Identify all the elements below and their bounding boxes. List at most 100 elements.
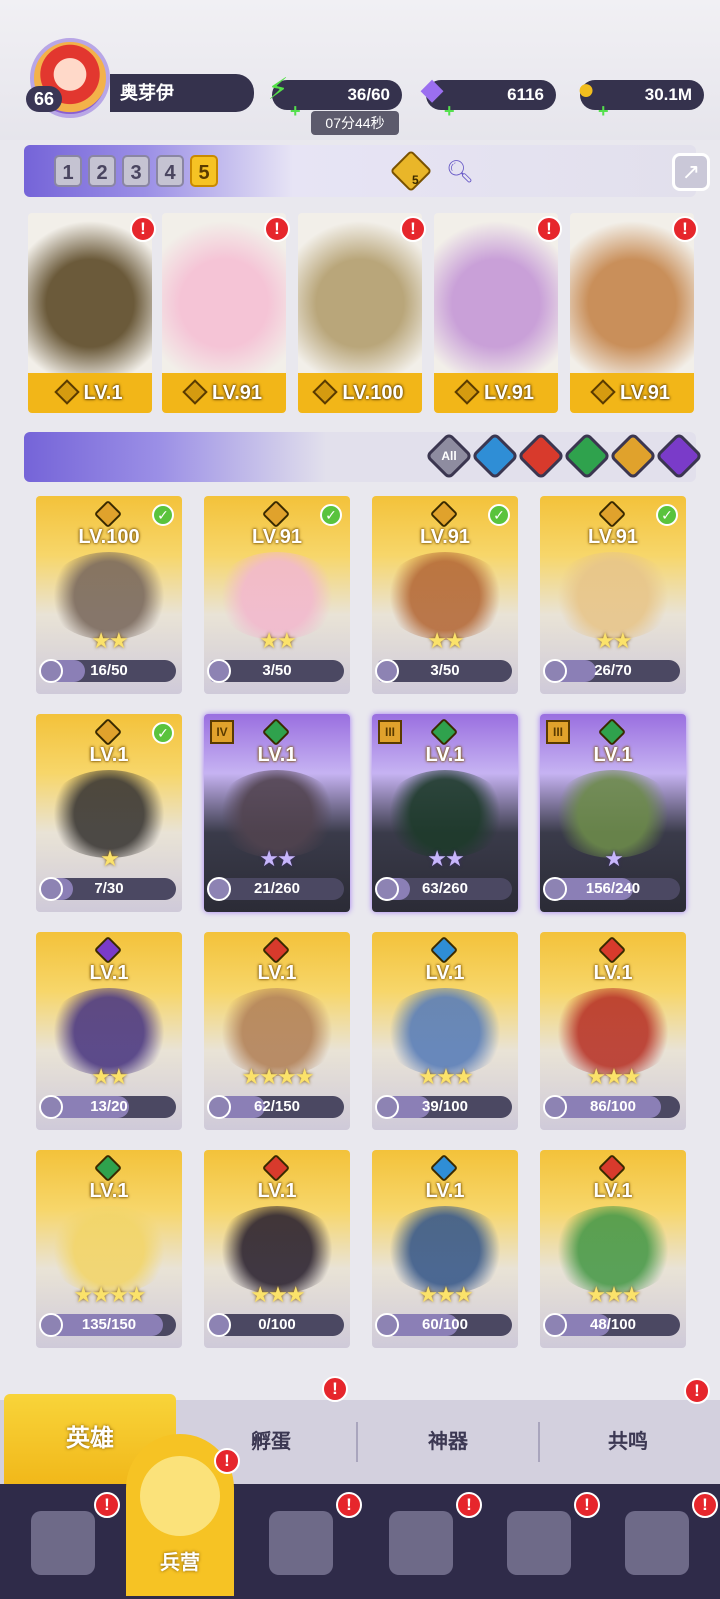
add-energy-icon[interactable]: + <box>290 96 301 126</box>
add-gold-icon[interactable]: + <box>598 96 609 126</box>
gem-counter[interactable]: ◆ + 6116 <box>420 75 556 121</box>
nav-map-alert: ! <box>336 1492 362 1518</box>
shard-icon <box>543 1313 567 1337</box>
lineup-upgrade-alert: ! <box>536 216 562 242</box>
element-icon <box>261 935 291 965</box>
lineup-hero-level: LV.100 <box>298 373 422 413</box>
team-selector-bar: 1 2 3 4 5 5 🔍︎ ↗ <box>24 145 710 197</box>
shard-icon <box>375 877 399 901</box>
lineup-level-text: LV.1 <box>83 382 123 404</box>
filter-element-icon[interactable] <box>516 431 566 481</box>
shard-progress-text: 156/240 <box>585 880 641 897</box>
lineup-hero-card[interactable]: LV.1 <box>28 213 152 413</box>
hero-portrait <box>382 552 508 640</box>
hero-card[interactable]: ✓ LV.91 ★★ 3/50 <box>372 496 518 694</box>
filter-element-icon[interactable] <box>470 431 520 481</box>
hero-card[interactable]: LV.1 ★★★ 60/100 <box>372 1150 518 1348</box>
hero-card[interactable]: LV.1 ★★★ 39/100 <box>372 932 518 1130</box>
hero-card[interactable]: LV.1 ★★★★ 62/150 <box>204 932 350 1130</box>
hero-portrait <box>382 770 508 858</box>
energy-counter[interactable]: ⚡ + 36/60 <box>267 75 402 121</box>
star-rating: ★★★ <box>250 1282 305 1307</box>
team-slot-2[interactable]: 2 <box>88 155 116 187</box>
hero-card[interactable]: LV.1 ★★★ 86/100 <box>540 932 686 1130</box>
star-rating: ★★ <box>595 628 632 653</box>
team-slot-4[interactable]: 4 <box>156 155 184 187</box>
hero-level: LV.1 <box>425 744 465 766</box>
filter-element-icon[interactable] <box>608 431 658 481</box>
team-slot-5[interactable]: 5 <box>190 155 218 187</box>
hero-card[interactable]: LV.1 ★★★ 48/100 <box>540 1150 686 1348</box>
hero-level: LV.100 <box>78 526 140 548</box>
hero-portrait <box>382 988 508 1076</box>
hero-portrait <box>550 1206 676 1294</box>
hero-card[interactable]: III LV.1 ★★ 63/260 <box>372 714 518 912</box>
hero-portrait <box>46 988 172 1076</box>
star-rating: ★ <box>100 846 120 871</box>
check-icon: ✓ <box>656 504 678 526</box>
hero-card[interactable]: IV LV.1 ★★ 21/260 <box>204 714 350 912</box>
hero-card[interactable]: LV.1 ★★ 13/20 <box>36 932 182 1130</box>
hero-level: LV.1 <box>425 962 465 984</box>
nav-map-button[interactable] <box>258 1500 344 1586</box>
hero-card[interactable]: ✓ LV.91 ★★ 26/70 <box>540 496 686 694</box>
hero-level: LV.1 <box>257 962 297 984</box>
energy-timer: 07分44秒 <box>311 111 399 135</box>
tab-artifact[interactable]: 神器 <box>358 1400 538 1484</box>
share-icon[interactable]: ↗ <box>672 153 710 191</box>
lineup-upgrade-alert: ! <box>130 216 156 242</box>
hero-card[interactable]: LV.1 ★★★★ 135/150 <box>36 1150 182 1348</box>
team-slot-3[interactable]: 3 <box>122 155 150 187</box>
star-rating: ★★ <box>91 1064 128 1089</box>
search-icon[interactable]: 🔍︎ <box>446 159 474 185</box>
tab-resonance[interactable]: 共鸣 <box>540 1400 716 1484</box>
element-icon <box>261 1153 291 1183</box>
star-rating: ★★ <box>91 628 128 653</box>
lineup-hero-card[interactable]: LV.91 <box>162 213 286 413</box>
shard-icon <box>39 1095 63 1119</box>
hero-level: LV.1 <box>89 962 129 984</box>
element-icon <box>597 1153 627 1183</box>
hero-level: LV.1 <box>89 1180 129 1202</box>
hero-card[interactable]: ✓ LV.91 ★★ 3/50 <box>204 496 350 694</box>
filter-element-icon[interactable] <box>654 431 704 481</box>
hero-card[interactable]: ✓ LV.100 ★★ 16/50 <box>36 496 182 694</box>
lineup-upgrade-alert: ! <box>264 216 290 242</box>
nav-pass-button[interactable] <box>614 1500 700 1586</box>
hero-portrait <box>214 552 340 640</box>
lineup-hero-card[interactable]: LV.100 <box>298 213 422 413</box>
hero-card[interactable]: ✓ LV.1 ★ 7/30 <box>36 714 182 912</box>
nav-guild-button[interactable] <box>378 1500 464 1586</box>
hero-level: LV.1 <box>257 744 297 766</box>
lineup-level-text: LV.91 <box>619 382 671 404</box>
hero-card[interactable]: LV.1 ★★★ 0/100 <box>204 1150 350 1348</box>
player-level-badge: 66 <box>26 86 62 112</box>
team-slot-1[interactable]: 1 <box>54 155 82 187</box>
shard-icon <box>543 877 567 901</box>
hero-portrait <box>214 1206 340 1294</box>
team-power-diamond-icon[interactable] <box>389 149 433 193</box>
nav-cards-button[interactable] <box>20 1500 106 1586</box>
shard-icon <box>207 1095 231 1119</box>
lineup-hero-card[interactable]: LV.91 <box>570 213 694 413</box>
element-icon <box>597 935 627 965</box>
gold-counter[interactable]: ● + 30.1M <box>577 75 704 121</box>
castle-icon <box>389 1511 453 1575</box>
element-icon <box>261 499 291 529</box>
lineup-hero-card[interactable]: LV.91 <box>434 213 558 413</box>
star-rating: ★★ <box>259 628 296 653</box>
hero-card[interactable]: III LV.1 ★ 156/240 <box>540 714 686 912</box>
element-filter-bar: All <box>24 431 704 482</box>
top-bar: 66 奥芽伊 ⚡ + 36/60 07分44秒 ◆ + 6116 ● + 30.… <box>0 0 720 140</box>
element-icon <box>429 935 459 965</box>
filter-element-icon[interactable] <box>562 431 612 481</box>
check-icon: ✓ <box>152 722 174 744</box>
add-gems-icon[interactable]: + <box>444 96 455 126</box>
nav-shop-button[interactable] <box>496 1500 582 1586</box>
hero-level: LV.1 <box>89 744 129 766</box>
shard-icon <box>207 1313 231 1337</box>
star-rating: ★★★ <box>586 1282 641 1307</box>
shard-icon <box>207 659 231 683</box>
element-icon <box>597 499 627 529</box>
nav-shop-alert: ! <box>574 1492 600 1518</box>
